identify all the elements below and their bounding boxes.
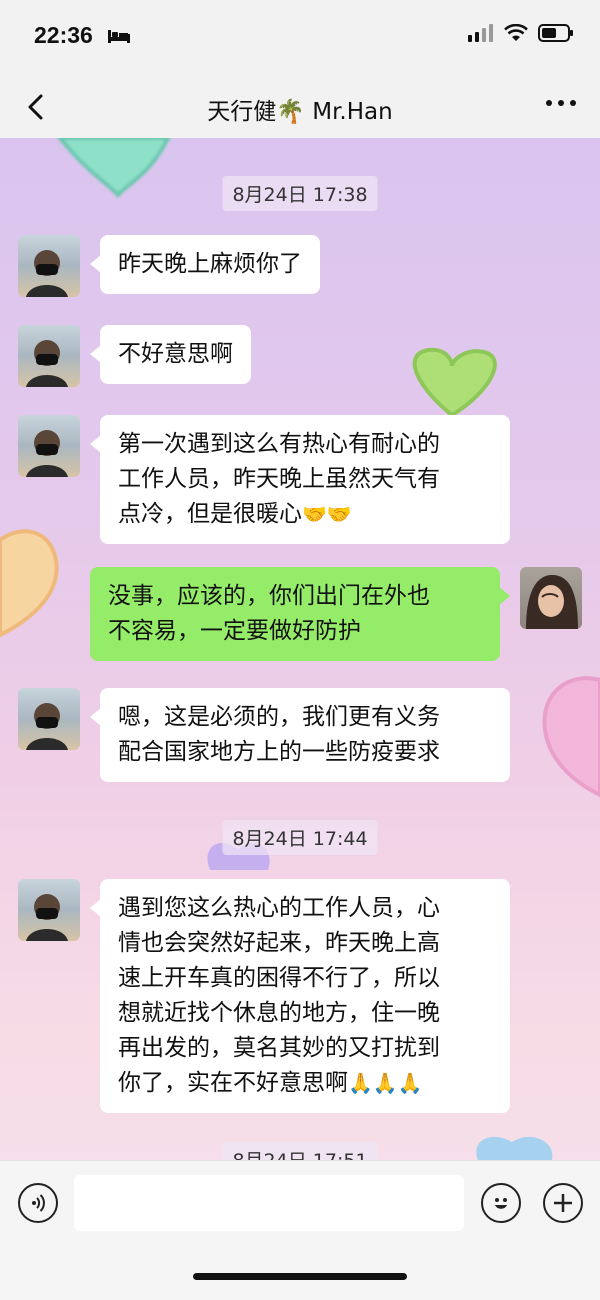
message-line: 速上开车真的困得不行了，所以 xyxy=(118,965,440,991)
message-line: 嗯，这是必须的，我们更有义务 xyxy=(118,704,440,730)
message-line: 你了，实在不好意思啊 xyxy=(118,1070,348,1096)
home-indicator[interactable] xyxy=(193,1273,407,1280)
incoming-message[interactable]: 不好意思啊 xyxy=(90,325,251,384)
contact-avatar[interactable] xyxy=(18,325,80,387)
message-line: 没事，应该的，你们出门在外也 xyxy=(108,583,430,609)
battery-icon xyxy=(538,24,573,42)
chat-title: 天行健🌴 Mr.Han xyxy=(207,99,393,125)
message-timestamp: 8月24日 17:38 xyxy=(222,176,378,211)
message-input[interactable] xyxy=(74,1175,464,1231)
message-timestamp: 8月24日 17:51 xyxy=(222,1142,378,1160)
more-icon[interactable] xyxy=(546,100,576,106)
message-line: 遇到您这么热心的工作人员，心 xyxy=(118,895,440,921)
plus-icon[interactable] xyxy=(543,1183,583,1223)
message-text: 不好意思啊 xyxy=(118,341,233,367)
sleep-bed-icon xyxy=(108,30,130,43)
message-line: 配合国家地方上的一些防疫要求 xyxy=(118,739,440,765)
status-bar: 22:36 xyxy=(0,0,600,78)
emoji-icon[interactable] xyxy=(481,1183,521,1223)
message-line: 再出发的，莫名其妙的又打扰到 xyxy=(118,1035,440,1061)
contact-avatar[interactable] xyxy=(18,235,80,297)
incoming-message[interactable]: 嗯，这是必须的，我们更有义务 配合国家地方上的一些防疫要求 xyxy=(90,688,510,782)
status-time: 22:36 xyxy=(34,22,93,48)
incoming-message[interactable]: 第一次遇到这么有热心有耐心的 工作人员，昨天晚上虽然天气有 点冷，但是很暖心🤝🤝 xyxy=(90,415,510,544)
cellular-signal-icon xyxy=(468,24,493,42)
message-line: 不容易，一定要做好防护 xyxy=(108,618,361,644)
message-timestamp: 8月24日 17:44 xyxy=(222,820,378,855)
message-line: 第一次遇到这么有热心有耐心的 xyxy=(118,431,440,457)
my-avatar[interactable] xyxy=(520,567,582,629)
incoming-message[interactable]: 遇到您这么热心的工作人员，心 情也会突然好起来，昨天晚上高 速上开车真的困得不行… xyxy=(90,879,510,1113)
message-line: 工作人员，昨天晚上虽然天气有 xyxy=(118,466,440,492)
message-list[interactable]: 8月24日 17:38 昨天晚上麻烦你了 不好意思啊 第一次遇到这么有热心有耐心… xyxy=(0,138,600,1160)
wifi-icon xyxy=(504,24,528,41)
contact-avatar[interactable] xyxy=(18,688,80,750)
voice-icon[interactable] xyxy=(18,1183,58,1223)
message-text: 昨天晚上麻烦你了 xyxy=(118,251,302,277)
pray-emoji: 🙏🙏🙏 xyxy=(348,1071,423,1095)
contact-avatar[interactable] xyxy=(18,879,80,941)
message-line: 情也会突然好起来，昨天晚上高 xyxy=(118,930,440,956)
chat-header: 天行健🌴 Mr.Han xyxy=(0,78,600,138)
handshake-emoji: 🤝🤝 xyxy=(302,502,352,526)
incoming-message[interactable]: 昨天晚上麻烦你了 xyxy=(90,235,320,294)
message-line: 想就近找个休息的地方，住一晚 xyxy=(118,1000,440,1026)
contact-avatar[interactable] xyxy=(18,415,80,477)
message-line: 点冷，但是很暖心 xyxy=(118,501,302,527)
outgoing-message[interactable]: 没事，应该的，你们出门在外也 不容易，一定要做好防护 xyxy=(90,567,510,661)
